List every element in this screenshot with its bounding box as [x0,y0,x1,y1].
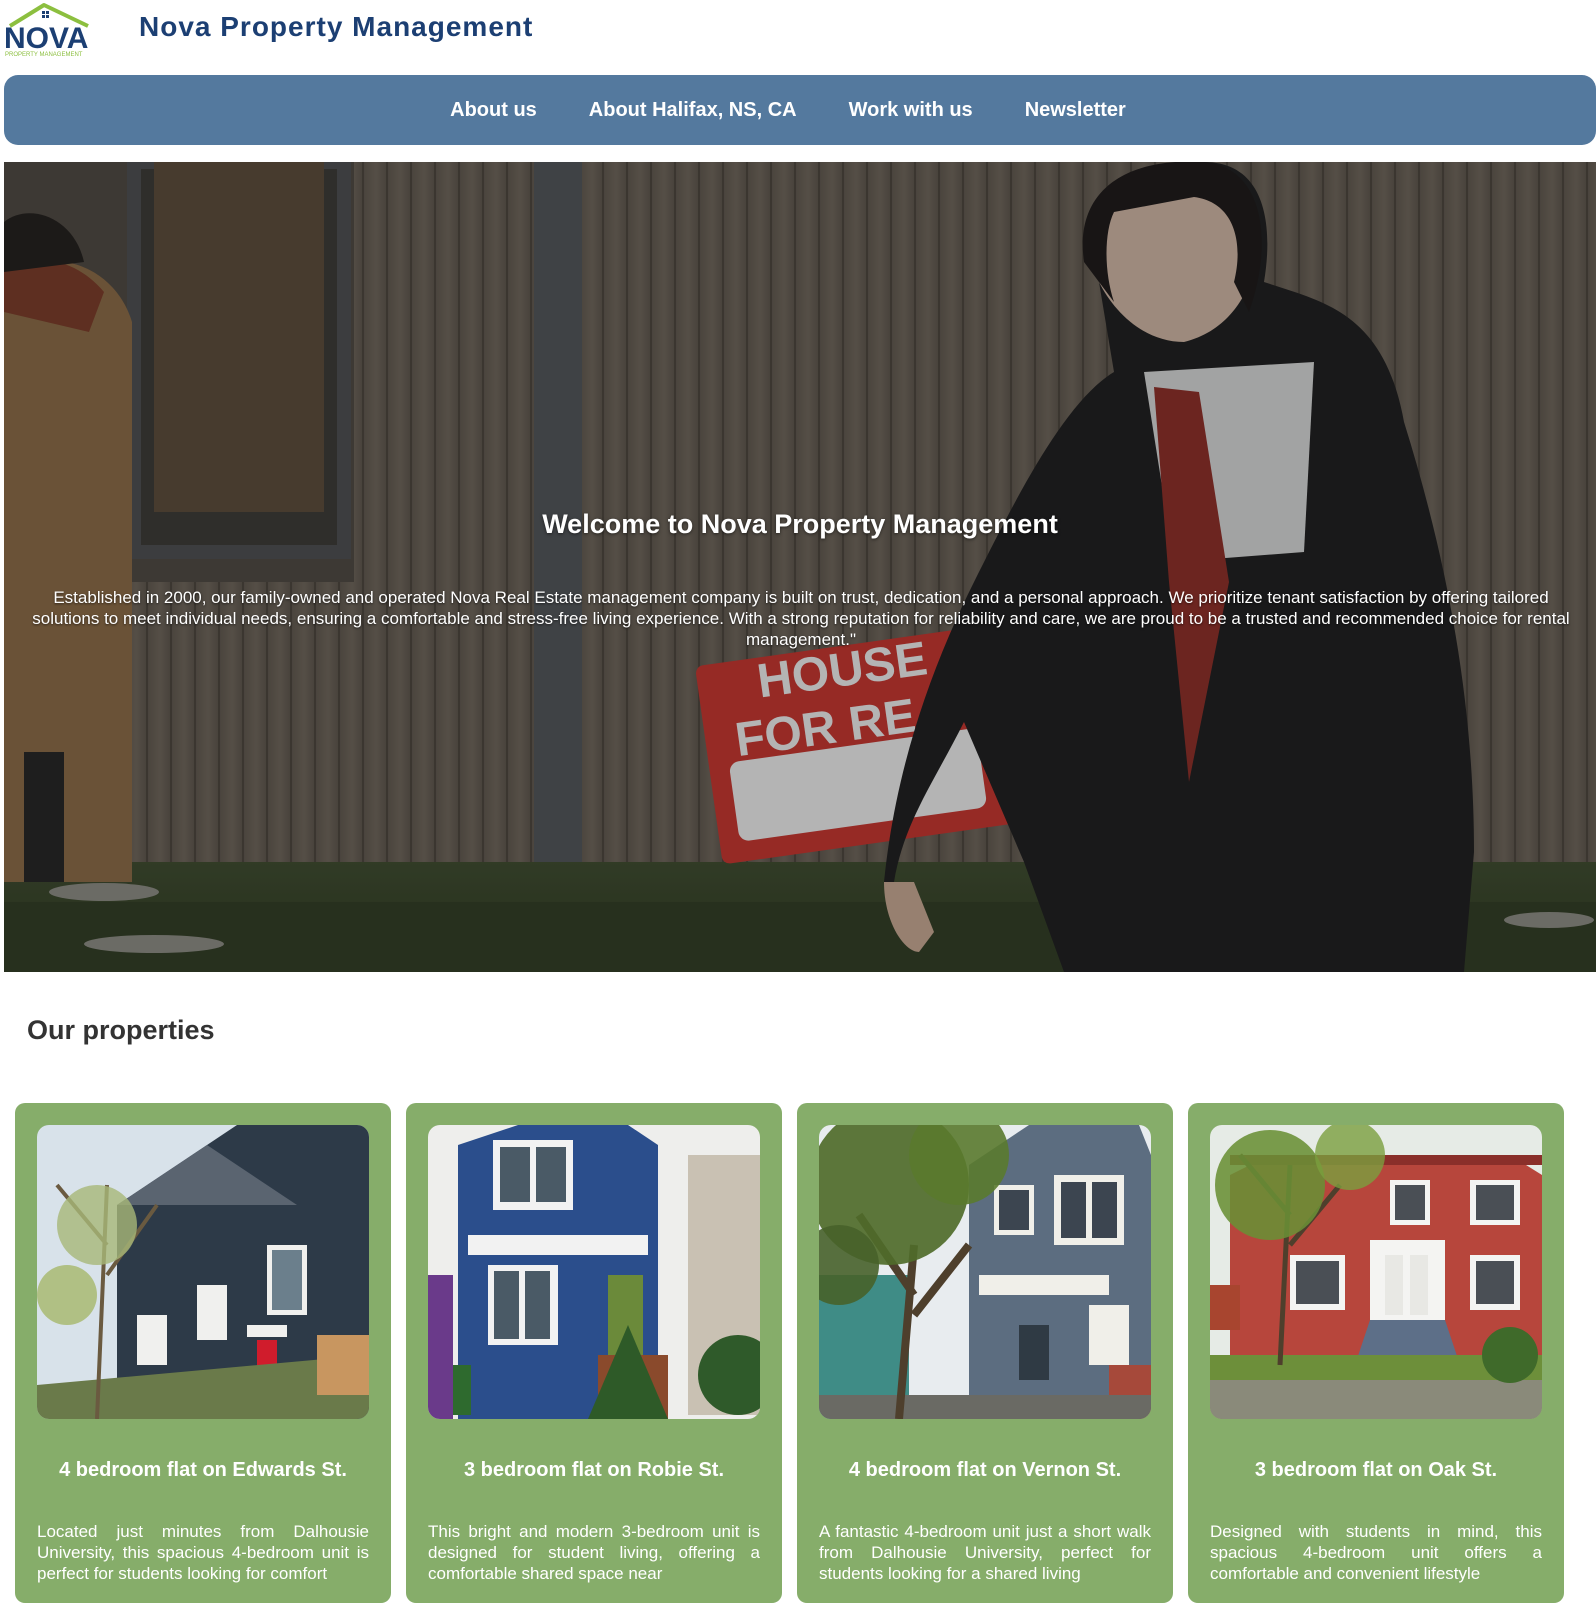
property-title[interactable]: 3 bedroom flat on Robie St. [406,1459,782,1482]
site-header: NOVA PROPERTY MANAGEMENT Nova Property M… [0,0,1596,70]
property-description: Designed with students in mind, this spa… [1210,1522,1542,1583]
svg-text:PROPERTY MANAGEMENT: PROPERTY MANAGEMENT [5,52,83,58]
property-description: Located just minutes from Dalhousie Univ… [37,1522,369,1583]
property-card[interactable]: 4 bedroom flat on Vernon St. A fantastic… [797,1103,1173,1603]
property-description: A fantastic 4-bedroom unit just a short … [819,1522,1151,1583]
property-list: 4 bedroom flat on Edwards St. Located ju… [15,1103,1585,1603]
property-card[interactable]: 3 bedroom flat on Oak St. Designed with … [1188,1103,1564,1603]
property-photo[interactable] [819,1125,1151,1419]
property-title[interactable]: 4 bedroom flat on Vernon St. [797,1459,1173,1482]
nav-newsletter[interactable]: Newsletter [1025,99,1126,122]
nav-work-with-us[interactable]: Work with us [849,99,973,122]
hero-description: Established in 2000, our family-owned an… [32,588,1570,649]
svg-text:NOVA: NOVA [4,22,88,55]
hero-banner: HOUSE FOR RE Welcome to Nova Property Ma… [4,162,1596,972]
property-card[interactable]: 4 bedroom flat on Edwards St. Located ju… [15,1103,391,1603]
nav-about-halifax[interactable]: About Halifax, NS, CA [589,99,797,122]
site-title: Nova Property Management [139,11,534,42]
hero-title: Welcome to Nova Property Management [542,509,1058,539]
nav-about-us[interactable]: About us [450,99,537,122]
property-title[interactable]: 3 bedroom flat on Oak St. [1188,1459,1564,1482]
properties-heading: Our properties [27,1015,215,1045]
property-description: This bright and modern 3-bedroom unit is… [428,1522,760,1583]
property-photo[interactable] [428,1125,760,1419]
property-title[interactable]: 4 bedroom flat on Edwards St. [15,1459,391,1482]
nova-logo[interactable]: NOVA PROPERTY MANAGEMENT [2,2,96,58]
hero-image: HOUSE FOR RE [4,162,1596,972]
property-card[interactable]: 3 bedroom flat on Robie St. This bright … [406,1103,782,1603]
property-photo[interactable] [1210,1125,1542,1419]
main-nav: About us About Halifax, NS, CA Work with… [4,75,1596,145]
property-photo[interactable] [37,1125,369,1419]
